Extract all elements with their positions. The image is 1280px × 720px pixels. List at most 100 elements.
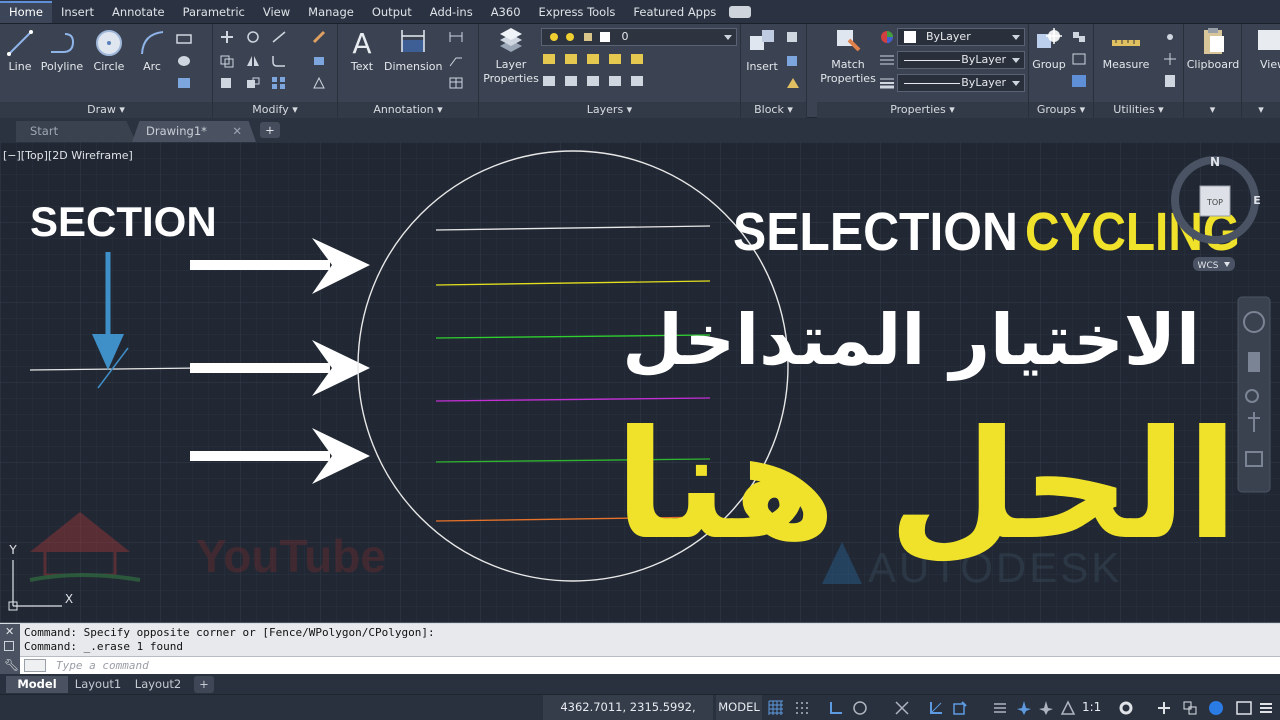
viewport-controls-label[interactable]: [−][Top][2D Wireframe]: [3, 149, 133, 162]
polar-tracking-icon[interactable]: [852, 700, 868, 716]
layer-tools-icons[interactable]: [543, 54, 653, 94]
new-tab-button[interactable]: +: [260, 122, 280, 138]
tab-model[interactable]: Model: [6, 676, 68, 693]
panel-clipboard-title[interactable]: ▾: [1184, 102, 1241, 118]
lineweight-dropdown[interactable]: ByLayer: [897, 74, 1025, 92]
object-snap-tracking-icon[interactable]: [928, 700, 944, 716]
point-style-icon[interactable]: [1162, 30, 1178, 44]
tab-add-ins[interactable]: Add-ins: [421, 1, 482, 23]
array-icon[interactable]: [271, 76, 287, 90]
dimension-button[interactable]: Dimension: [384, 26, 442, 74]
ortho-mode-icon[interactable]: [828, 700, 844, 716]
layer-properties-button[interactable]: Layer Properties: [483, 26, 539, 86]
arc-button[interactable]: Arc: [134, 28, 170, 74]
layer-dropdown[interactable]: 0: [541, 28, 737, 46]
offset-icon[interactable]: [311, 76, 327, 90]
trim-icon[interactable]: [271, 30, 287, 44]
attribute-icon[interactable]: [785, 76, 801, 90]
command-options-icon[interactable]: [4, 641, 14, 651]
isolate-objects-icon[interactable]: [1182, 700, 1198, 716]
edit-block-icon[interactable]: [785, 54, 801, 68]
table-icon[interactable]: [448, 76, 464, 90]
tab-express-tools[interactable]: Express Tools: [530, 1, 625, 23]
annotation-scale-icon[interactable]: [1060, 700, 1076, 716]
rotate-icon[interactable]: [245, 30, 261, 44]
panel-layers-title[interactable]: Layers ▾: [479, 102, 740, 118]
coordinates-display[interactable]: 4362.7011, 2315.5992, 0.0000: [543, 695, 713, 720]
hatch-icon[interactable]: [176, 54, 192, 68]
panel-properties-title[interactable]: Properties ▾: [817, 102, 1028, 118]
tab-layout2[interactable]: Layout2: [128, 676, 188, 693]
model-space-button[interactable]: MODEL: [716, 695, 762, 720]
move-icon[interactable]: [219, 30, 235, 44]
tab-home[interactable]: Home: [0, 0, 52, 23]
region-icon[interactable]: [176, 76, 192, 90]
panel-view-title[interactable]: ▾: [1242, 102, 1280, 118]
hardware-acceleration-icon[interactable]: [1208, 700, 1224, 716]
erase-icon[interactable]: [311, 30, 327, 44]
tab-manage[interactable]: Manage: [299, 1, 363, 23]
close-command-icon[interactable]: ✕: [5, 625, 14, 638]
tab-featured-apps[interactable]: Featured Apps: [624, 1, 725, 23]
measure-button[interactable]: Measure: [1100, 30, 1152, 72]
customize-wrench-icon[interactable]: 🔧︎: [4, 658, 19, 672]
lineweight-display-icon[interactable]: [992, 700, 1008, 716]
ungroup-icon[interactable]: [1071, 30, 1087, 44]
group-button[interactable]: Group: [1031, 26, 1067, 72]
tab-view[interactable]: View: [254, 1, 299, 23]
tab-parametric[interactable]: Parametric: [174, 1, 254, 23]
annotation-visibility-icon[interactable]: [1016, 700, 1032, 716]
rectangle-icon[interactable]: [176, 32, 192, 46]
view-button[interactable]: View: [1244, 26, 1280, 72]
panel-annotation-title[interactable]: Annotation ▾: [338, 102, 478, 118]
plus-icon[interactable]: [1156, 700, 1172, 716]
explode-icon[interactable]: [311, 54, 327, 68]
line-button[interactable]: Line: [4, 28, 36, 74]
customization-menu-icon[interactable]: [1258, 700, 1274, 716]
pan-hand-icon[interactable]: [1248, 352, 1260, 372]
copy-icon[interactable]: [219, 54, 235, 68]
scale-icon[interactable]: [245, 76, 261, 90]
tab-layout1[interactable]: Layout1: [70, 676, 126, 693]
tab-output[interactable]: Output: [363, 1, 421, 23]
tab-insert[interactable]: Insert: [52, 1, 103, 23]
object-snap-icon[interactable]: [952, 700, 968, 716]
panel-block-title[interactable]: Block ▾: [741, 102, 806, 118]
group-edit-icon[interactable]: [1071, 52, 1087, 66]
close-tab-icon[interactable]: ✕: [232, 121, 242, 142]
match-properties-button[interactable]: Match Properties: [819, 26, 877, 86]
linear-dim-icon[interactable]: [448, 30, 464, 44]
panel-draw-title[interactable]: Draw ▾: [0, 102, 212, 118]
workspace-gear-icon[interactable]: [1118, 700, 1134, 716]
stretch-icon[interactable]: [219, 76, 235, 90]
grid-display-icon[interactable]: [768, 700, 784, 716]
clean-screen-icon[interactable]: [1236, 700, 1252, 716]
tab-start[interactable]: Start: [16, 121, 136, 142]
command-input[interactable]: Type a command: [20, 656, 1280, 675]
ribbon-options-toggle[interactable]: [729, 5, 752, 18]
text-button[interactable]: A Text: [344, 26, 380, 74]
linetype-dropdown[interactable]: ByLayer: [897, 51, 1025, 69]
insert-button[interactable]: Insert: [743, 26, 781, 74]
tab-drawing1[interactable]: Drawing1* ✕: [132, 121, 256, 142]
panel-groups-title[interactable]: Groups ▾: [1029, 102, 1093, 118]
calculator-icon[interactable]: [1162, 74, 1178, 88]
color-dropdown[interactable]: ByLayer: [897, 28, 1025, 46]
fillet-icon[interactable]: [271, 54, 287, 68]
tab-a360[interactable]: A360: [482, 1, 530, 23]
add-layout-button[interactable]: +: [194, 676, 214, 693]
drawing-canvas[interactable]: YouTube AUTODESK SECTION SELECTION CYCLI…: [0, 142, 1280, 622]
group-selection-icon[interactable]: [1071, 74, 1087, 88]
annotation-scale-value[interactable]: 1:1: [1082, 695, 1101, 720]
polyline-button[interactable]: Polyline: [38, 28, 86, 74]
id-point-icon[interactable]: [1162, 52, 1178, 66]
create-block-icon[interactable]: [785, 30, 801, 44]
mirror-icon[interactable]: [245, 54, 261, 68]
tab-annotate[interactable]: Annotate: [103, 1, 174, 23]
paste-button[interactable]: Clipboard: [1186, 26, 1240, 72]
isodraft-icon[interactable]: [894, 700, 910, 716]
panel-utilities-title[interactable]: Utilities ▾: [1094, 102, 1183, 118]
snap-mode-icon[interactable]: [794, 700, 810, 716]
auto-scale-icon[interactable]: [1038, 700, 1054, 716]
circle-button[interactable]: Circle: [90, 28, 128, 74]
